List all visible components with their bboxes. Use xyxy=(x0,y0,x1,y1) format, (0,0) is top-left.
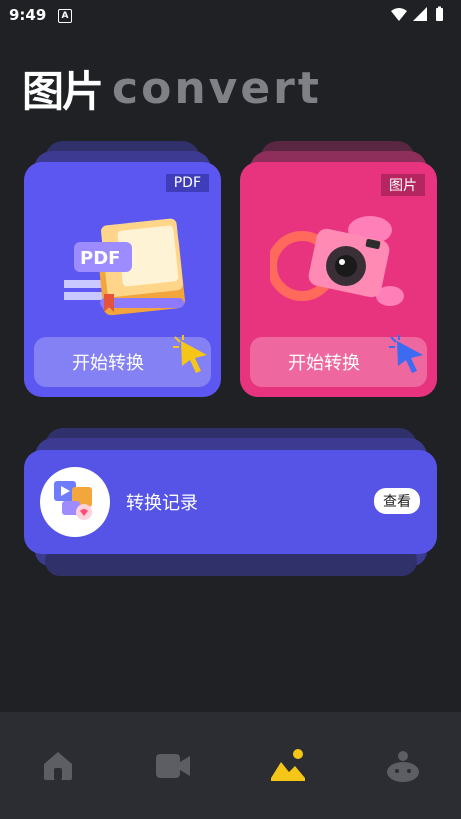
video-icon xyxy=(156,754,190,778)
conversion-record-card[interactable]: 转换记录 查看 xyxy=(24,450,437,554)
pdf-convert-card[interactable]: PDF PDF 开始转换 xyxy=(24,162,221,397)
bottom-nav xyxy=(0,712,461,819)
status-bar: 9:49 A xyxy=(0,0,461,30)
pdf-book-illustration: PDF xyxy=(60,214,190,328)
image-icon xyxy=(271,749,305,781)
status-time: 9:49 xyxy=(9,6,47,24)
svg-text:PDF: PDF xyxy=(80,248,120,269)
logo-english: convert xyxy=(112,62,322,114)
home-icon xyxy=(44,752,72,780)
nav-video[interactable] xyxy=(143,748,203,798)
nav-profile[interactable] xyxy=(373,748,433,798)
image-convert-card[interactable]: 图片 开始转换 xyxy=(240,162,437,397)
wifi-icon xyxy=(391,8,407,21)
image-start-label: 开始转换 xyxy=(288,353,360,374)
record-avatar-icon xyxy=(40,467,110,537)
image-tag: 图片 xyxy=(381,174,425,196)
nav-home[interactable] xyxy=(28,748,88,798)
logo-chinese: 图片 xyxy=(22,66,104,116)
camera-illustration xyxy=(267,206,410,330)
pdf-tag: PDF xyxy=(165,174,209,192)
view-button[interactable]: 查看 xyxy=(374,488,420,514)
signal-icon xyxy=(413,7,427,21)
profile-icon xyxy=(387,751,419,782)
app-logo: 图片 convert xyxy=(22,62,322,116)
cursor-icon xyxy=(387,333,431,381)
battery-icon xyxy=(436,6,443,21)
notification-a-icon: A xyxy=(58,9,72,23)
record-title: 转换记录 xyxy=(126,493,198,514)
system-icons xyxy=(389,6,451,28)
nav-image[interactable] xyxy=(258,748,318,798)
cursor-icon xyxy=(171,333,215,381)
pdf-start-label: 开始转换 xyxy=(72,353,144,374)
